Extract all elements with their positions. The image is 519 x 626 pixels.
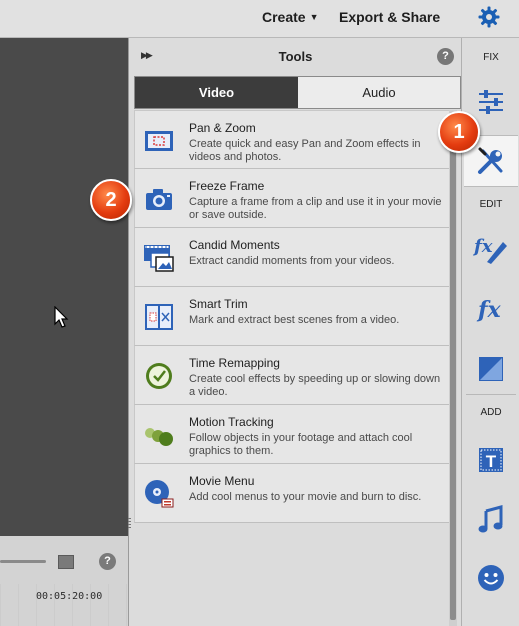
pan-zoom-icon xyxy=(145,131,173,151)
tool-name: Smart Trim xyxy=(189,297,248,311)
help-icon[interactable]: ? xyxy=(437,48,454,65)
tool-freeze-frame[interactable]: Freeze Frame Capture a frame from a clip… xyxy=(134,169,449,228)
tool-pan-zoom[interactable]: Pan & Zoom Create quick and easy Pan and… xyxy=(134,110,449,169)
stop-button[interactable] xyxy=(58,555,74,569)
disc-icon xyxy=(145,480,174,508)
fx-icon: fx xyxy=(476,297,501,323)
timeline-help-icon[interactable]: ? xyxy=(99,553,116,570)
tool-name: Movie Menu xyxy=(189,474,255,488)
tool-description: Add cool menus to your movie and burn to… xyxy=(189,491,422,503)
motion-tracking-icon xyxy=(145,428,173,446)
smiley-icon xyxy=(478,565,504,591)
svg-text:T: T xyxy=(486,452,497,471)
camera-icon xyxy=(146,189,172,210)
tool-description: Extract candid moments from your videos. xyxy=(189,255,395,267)
music-note-icon xyxy=(478,505,503,533)
create-label: Create xyxy=(262,9,306,25)
timecode: 00:05:20:00 xyxy=(36,591,103,602)
edit-section-label: EDIT xyxy=(479,199,503,210)
tool-description: Follow objects in your footage and attac… xyxy=(189,432,413,457)
graphics-button[interactable] xyxy=(464,553,518,603)
transitions-button[interactable] xyxy=(464,344,518,394)
film-frames-icon xyxy=(144,245,174,272)
smart-trim-icon xyxy=(145,304,173,330)
tool-description: Create quick and easy Pan and Zoom effec… xyxy=(189,138,421,163)
create-menu[interactable]: Create ▼ xyxy=(262,9,319,25)
tool-description: Capture a frame from a clip and use it i… xyxy=(189,196,442,221)
add-section-label: ADD xyxy=(480,407,502,418)
panel-resize-grip[interactable] xyxy=(128,518,131,530)
sliders-icon xyxy=(479,90,503,114)
mouse-cursor-icon xyxy=(54,306,69,328)
tool-description: Mark and extract best scenes from a vide… xyxy=(189,314,400,326)
playback-slider[interactable] xyxy=(0,560,46,563)
tool-candid-moments[interactable]: Candid Moments Extract candid moments fr… xyxy=(134,228,449,287)
svg-text:fx: fx xyxy=(476,297,501,323)
tool-tabs: Video Audio xyxy=(134,76,461,109)
fix-section-label: FIX xyxy=(483,52,499,63)
tool-name: Freeze Frame xyxy=(189,179,265,193)
divider xyxy=(466,394,516,395)
export-share-menu[interactable]: Export & Share xyxy=(339,9,440,25)
callout-badge-1: 1 xyxy=(438,111,480,153)
tab-video[interactable]: Video xyxy=(135,77,298,108)
tool-time-remapping[interactable]: Time Remapping Create cool effects by sp… xyxy=(134,346,449,405)
chevron-down-icon: ▼ xyxy=(309,12,319,22)
callout-badge-2: 2 xyxy=(90,179,132,221)
tool-list: Pan & Zoom Create quick and easy Pan and… xyxy=(134,110,449,523)
svg-text:fx: fx xyxy=(473,236,493,257)
tab-audio[interactable]: Audio xyxy=(298,77,460,108)
tool-smart-trim[interactable]: Smart Trim Mark and extract best scenes … xyxy=(134,287,449,346)
titles-button[interactable]: T xyxy=(464,435,518,485)
tool-motion-tracking[interactable]: Motion Tracking Follow objects in your f… xyxy=(134,405,449,464)
top-bar: Create ▼ Export & Share xyxy=(0,0,519,38)
panel-title: Tools xyxy=(278,49,313,64)
tool-description: Create cool effects by speeding up or sl… xyxy=(189,373,441,398)
tool-name: Motion Tracking xyxy=(189,415,274,429)
transition-icon xyxy=(479,357,503,381)
tool-name: Time Remapping xyxy=(189,356,280,370)
applied-effects-button[interactable]: fx xyxy=(464,223,518,273)
tool-name: Pan & Zoom xyxy=(189,121,256,135)
wrench-screwdriver-icon xyxy=(478,147,503,174)
tools-header: ▶▶ Tools ? xyxy=(129,38,462,74)
music-button[interactable] xyxy=(464,495,518,545)
clock-icon xyxy=(146,363,172,389)
effects-button[interactable]: fx xyxy=(464,284,518,334)
scrollbar-thumb[interactable] xyxy=(450,112,456,620)
title-text-icon: T xyxy=(479,448,503,472)
fx-edit-icon: fx xyxy=(473,236,507,264)
tool-movie-menu[interactable]: Movie Menu Add cool menus to your movie … xyxy=(134,464,449,523)
tool-name: Candid Moments xyxy=(189,238,280,252)
gear-icon[interactable] xyxy=(477,5,501,29)
tools-panel: ▶▶ Tools ? Video Audio Pan & Zoom Create… xyxy=(128,38,461,626)
